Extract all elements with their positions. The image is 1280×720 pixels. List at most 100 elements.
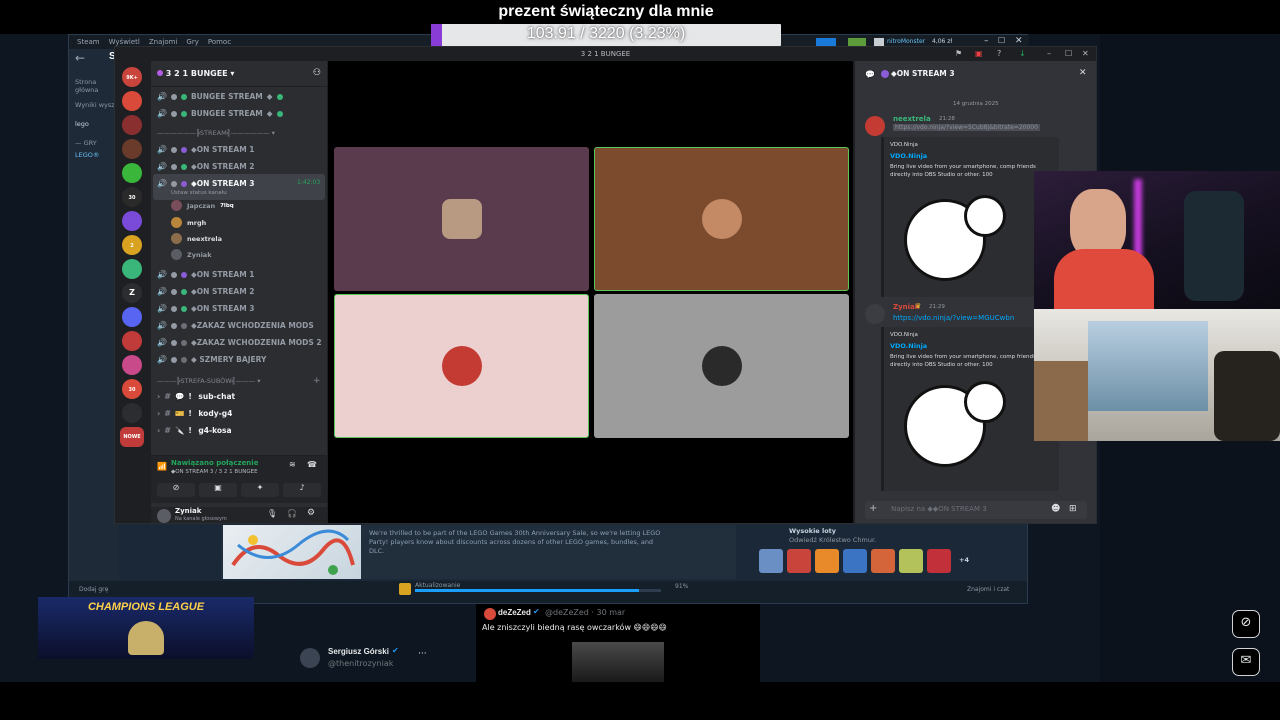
steam-home-link[interactable]: Strona główna [75,78,119,94]
server-icon[interactable] [122,259,142,279]
participant-tile-zyniak[interactable] [594,294,849,438]
disconnect-icon[interactable]: ☎ [307,460,317,469]
add-member-icon[interactable]: ⚇ [313,68,321,78]
channel-bungee-stream-2[interactable]: 🔊 BUNGEE STREAM ◆ [157,106,283,121]
steam-game-item[interactable]: LEGO® [75,151,99,159]
steam-search-input[interactable]: lego [75,120,89,128]
server-icon[interactable]: 2 [122,235,142,255]
server-icon[interactable] [122,403,142,423]
achievement-badge[interactable] [759,549,783,573]
screen-share-icon[interactable]: ▣ [975,47,983,61]
voice-location[interactable]: ◆ON STREAM 3 / 3 2 1 BUNGEE [171,469,258,475]
steam-menu-view[interactable]: Wyświetl [109,38,140,46]
noise-suppression-icon[interactable]: ≋ [289,460,296,469]
profile-name[interactable]: Sergiusz Górski [328,647,389,656]
server-icon[interactable] [122,307,142,327]
embed-title[interactable]: VDO.Ninja [890,342,1053,350]
soundboard-button[interactable]: ♪ [283,483,321,497]
server-icon[interactable] [122,139,142,159]
message-author[interactable]: neextrela [893,115,931,123]
lego-news-image[interactable] [223,525,361,579]
avatar[interactable] [484,608,496,620]
maximize-icon[interactable]: ☐ [1065,47,1072,61]
messages-icon[interactable]: ✉ [1232,648,1260,676]
inbox-icon[interactable]: ⚑ [955,47,962,61]
minimize-icon[interactable]: – [1047,47,1051,61]
server-icon[interactable] [122,355,142,375]
server-header[interactable]: 3 2 1 BUNGEE ▾ ⚇ [151,61,327,87]
help-icon[interactable]: ? [997,47,1001,61]
post-image[interactable] [572,642,664,682]
text-channel-kosa[interactable]: › # 🔪! g4-kosa [157,423,232,438]
post-handle[interactable]: @deZeZed · 30 mar [545,608,625,617]
channel-on-stream-3b[interactable]: 🔊 ◆ON STREAM 3 [157,301,255,316]
add-game-button[interactable]: Dodaj grę [79,586,108,593]
achievement-badge[interactable] [927,549,951,573]
link-embed[interactable]: VDO.Ninja VDO.Ninja Bring live video fro… [881,327,1059,491]
server-icon[interactable] [122,211,142,231]
achievement-badge[interactable] [787,549,811,573]
avatar[interactable] [157,509,171,523]
broadcast-icon[interactable] [816,38,836,46]
headphones-icon[interactable]: 🎧 [287,509,297,518]
steam-menu-steam[interactable]: Steam [77,38,100,46]
server-icon[interactable]: Z [122,283,142,303]
server-icon[interactable]: NOWE [120,427,144,447]
achievement-badge[interactable] [899,549,923,573]
close-icon[interactable]: ✕ [1082,47,1089,61]
post-author[interactable]: deZeZed [498,608,531,617]
apps-icon[interactable]: ⊞ [1069,504,1077,514]
grok-icon[interactable]: ⊘ [1232,610,1260,638]
gear-icon[interactable]: ⚙ [307,508,315,518]
achievement-more[interactable]: +4 [959,556,969,564]
steam-menu-games[interactable]: Gry [186,38,198,46]
section-stream[interactable]: ——————╠STREAM╣—————— ▾ [157,129,275,137]
channel-on-stream-1[interactable]: 🔊 ◆ON STREAM 1 [157,142,255,157]
channel-on-stream-2b[interactable]: 🔊 ◆ON STREAM 2 [157,284,255,299]
profile-handle[interactable]: @thenitrozyniak [328,659,393,668]
add-channel-icon[interactable]: + [313,376,321,386]
message-link[interactable]: https://vdo.ninja/?view=5Cub8j&bitrate=2… [893,124,1040,131]
text-channel-kody[interactable]: › # 🎫! kody-g4 [157,406,232,421]
achievement-badge[interactable] [843,549,867,573]
camera-off-button[interactable]: ⊘ [157,483,195,497]
avatar[interactable] [865,116,885,136]
voice-user[interactable]: Zyniak [171,247,212,262]
voice-user[interactable]: mrgh [171,215,206,230]
server-icon[interactable] [122,331,142,351]
link-embed[interactable]: VDO.Ninja VDO.Ninja Bring live video fro… [881,137,1059,297]
message-link[interactable]: https://vdo.ninja/?view=MGUCwbn [893,314,1014,322]
section-strefa[interactable]: ———╠STREFA-SUBÓW╣——— ▾ [157,377,260,385]
steam-username[interactable]: nitroMonster [887,38,925,45]
channel-zakaz-2[interactable]: 🔊 ◆ZAKAZ WCHODZENIA MODS 2 [157,335,322,350]
text-channel-sub-chat[interactable]: › # 💬! sub-chat [157,389,235,404]
add-attachment-icon[interactable]: + [869,503,877,514]
server-icon[interactable] [122,91,142,111]
channel-status-setter[interactable]: Ustaw status kanału [171,190,227,196]
download-icon[interactable]: ↓ [1019,47,1026,61]
activities-button[interactable]: ✦ [241,483,279,497]
avatar[interactable] [874,38,884,46]
voice-user[interactable]: neextrela [171,231,222,246]
embed-title[interactable]: VDO.Ninja [890,152,1053,160]
close-icon[interactable]: ✕ [1079,68,1087,78]
channel-bungee-stream-1[interactable]: 🔊 BUNGEE STREAM ◆ [157,89,283,104]
server-icon[interactable]: 30 [122,379,142,399]
channel-zakaz-1[interactable]: 🔊 ◆ZAKAZ WCHODZENIA MODS [157,318,314,333]
channel-on-stream-2[interactable]: 🔊 ◆ON STREAM 2 [157,159,255,174]
avatar[interactable] [300,648,320,668]
emoji-icon[interactable]: ☻ [1051,504,1060,514]
steam-menu-friends[interactable]: Znajomi [149,38,178,46]
channel-on-stream-3[interactable]: 🔊 ◆ON STREAM 3 [157,176,255,191]
voice-user[interactable]: Japczan 7lbq [171,198,234,213]
participant-tile-mrgh[interactable] [594,147,849,291]
minimize-icon[interactable]: – [984,36,989,46]
server-icon[interactable]: 30 [122,187,142,207]
participant-tile-japczan[interactable] [334,147,589,291]
channel-szmery[interactable]: 🔊 ◆ SZMERY BAJERY [157,352,266,367]
close-icon[interactable]: ✕ [1015,36,1023,46]
steam-menu-help[interactable]: Pomoc [208,38,231,46]
screen-share-button[interactable]: ▣ [199,483,237,497]
back-arrow-icon[interactable]: ← [75,51,85,65]
more-options-icon[interactable]: ··· [418,649,427,659]
